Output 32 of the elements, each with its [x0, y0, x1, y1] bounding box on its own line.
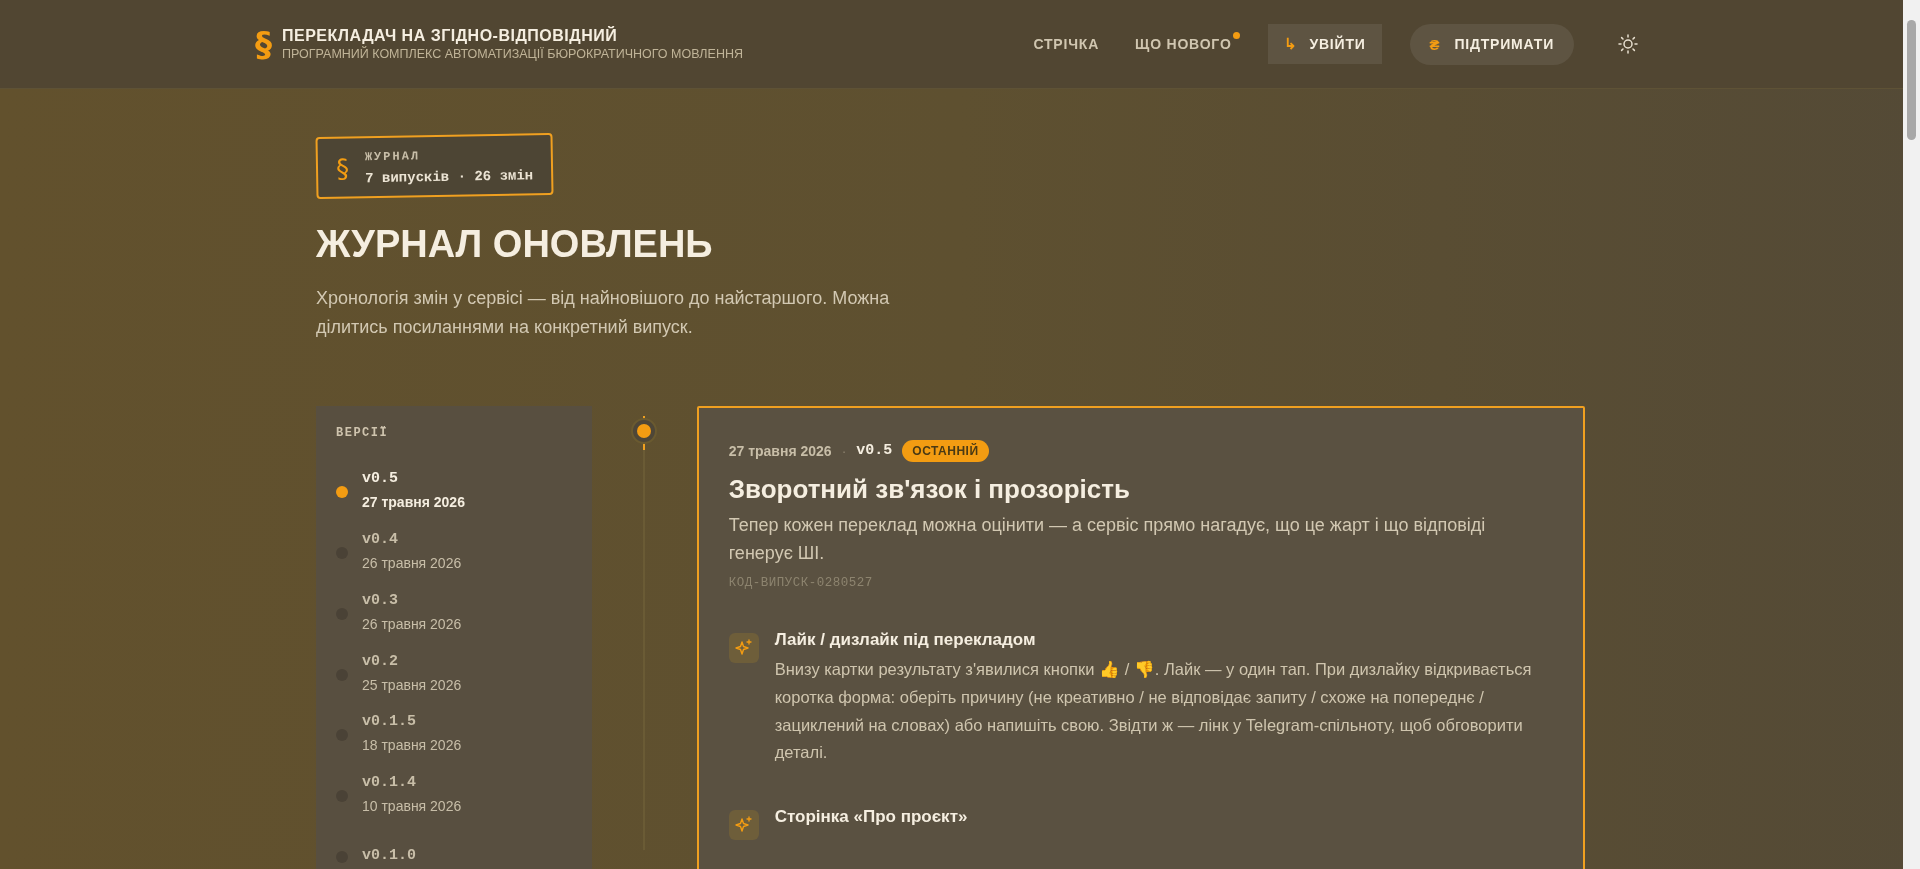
- theme-toggle-icon[interactable]: [1618, 34, 1638, 54]
- version-link[interactable]: v0.1.4 10 травня 2026: [362, 774, 462, 815]
- latest-badge: ОСТАННІЙ: [902, 439, 989, 462]
- change-description: Внизу картки результату з'явилися кнопки 👍 / 👎. Лайк — у один тап. При дизлайку відкривається коротка форма: оберіть причину (не креативно / не відповідає запиту / схоже на попереднє / зациклений на словах) або напишіть свою. Звідти ж — лінк у Telegram-спільноту, щоб обговорити деталі.: [774, 659, 1533, 764]
- separator-dot: ·: [841, 442, 847, 459]
- app-subtitle: ПРОГРАМНИЙ КОМПЛЕКС АВТОМАТИЗАЦІЇ БЮРОКРАТИЧНОГО МОВЛЕННЯ: [282, 47, 743, 61]
- version-link[interactable]: v0.1.0: [362, 846, 416, 864]
- panel-heading: ВЕРСІЇ: [336, 425, 390, 440]
- logo-symbol: §: [255, 24, 272, 64]
- version-link[interactable]: v0.1.5 18 травня 2026: [362, 713, 462, 754]
- scrollbar[interactable]: [1903, 0, 1920, 869]
- section-symbol: §: [335, 153, 350, 184]
- release-description: Тепер кожен переклад можна оцінити — а сервіс прямо нагадує, що це жарт і що відповіді генерує ШІ.: [728, 513, 1487, 566]
- version-link[interactable]: v0.4 26 травня 2026: [362, 530, 462, 571]
- change-title: Лайк / дизлайк під перекладом: [774, 630, 1037, 651]
- release-version: v0.5: [856, 442, 893, 460]
- badge-label: ЖУРНАЛ: [364, 148, 422, 165]
- login-button[interactable]: ↳ УВІЙТИ: [1267, 24, 1382, 64]
- release-title: Зворотний зв'язок і прозорість: [728, 473, 1131, 505]
- intro-text: Хронологія змін у сервісі — від найновішого до найстаршого. Можна ділитись посиланнями на конкретний випуск.: [316, 287, 891, 339]
- sparkle-icon: [728, 633, 759, 664]
- release-date: 27 травня 2026: [728, 442, 832, 459]
- app-title: ПЕРЕКЛАДАЧ НА ЗГІДНО-ВІДПОВІДНИЙ: [282, 27, 619, 45]
- change-title: Сторінка «Про проєкт»: [774, 807, 968, 828]
- version-link[interactable]: v0.2 25 травня 2026: [362, 652, 462, 693]
- sparkle-icon: [728, 810, 759, 841]
- version-link[interactable]: v0.5 27 травня 2026: [362, 470, 465, 510]
- badge-counts: 7 випусків · 26 змін: [365, 167, 534, 187]
- version-link[interactable]: v0.3 26 травня 2026: [362, 591, 462, 632]
- support-button[interactable]: ₴ ПІДТРИМАТИ: [1409, 23, 1574, 65]
- nav-link[interactable]: СТРІЧКА: [1033, 36, 1108, 52]
- page-title: ЖУРНАЛ ОНОВЛЕНЬ: [316, 223, 714, 266]
